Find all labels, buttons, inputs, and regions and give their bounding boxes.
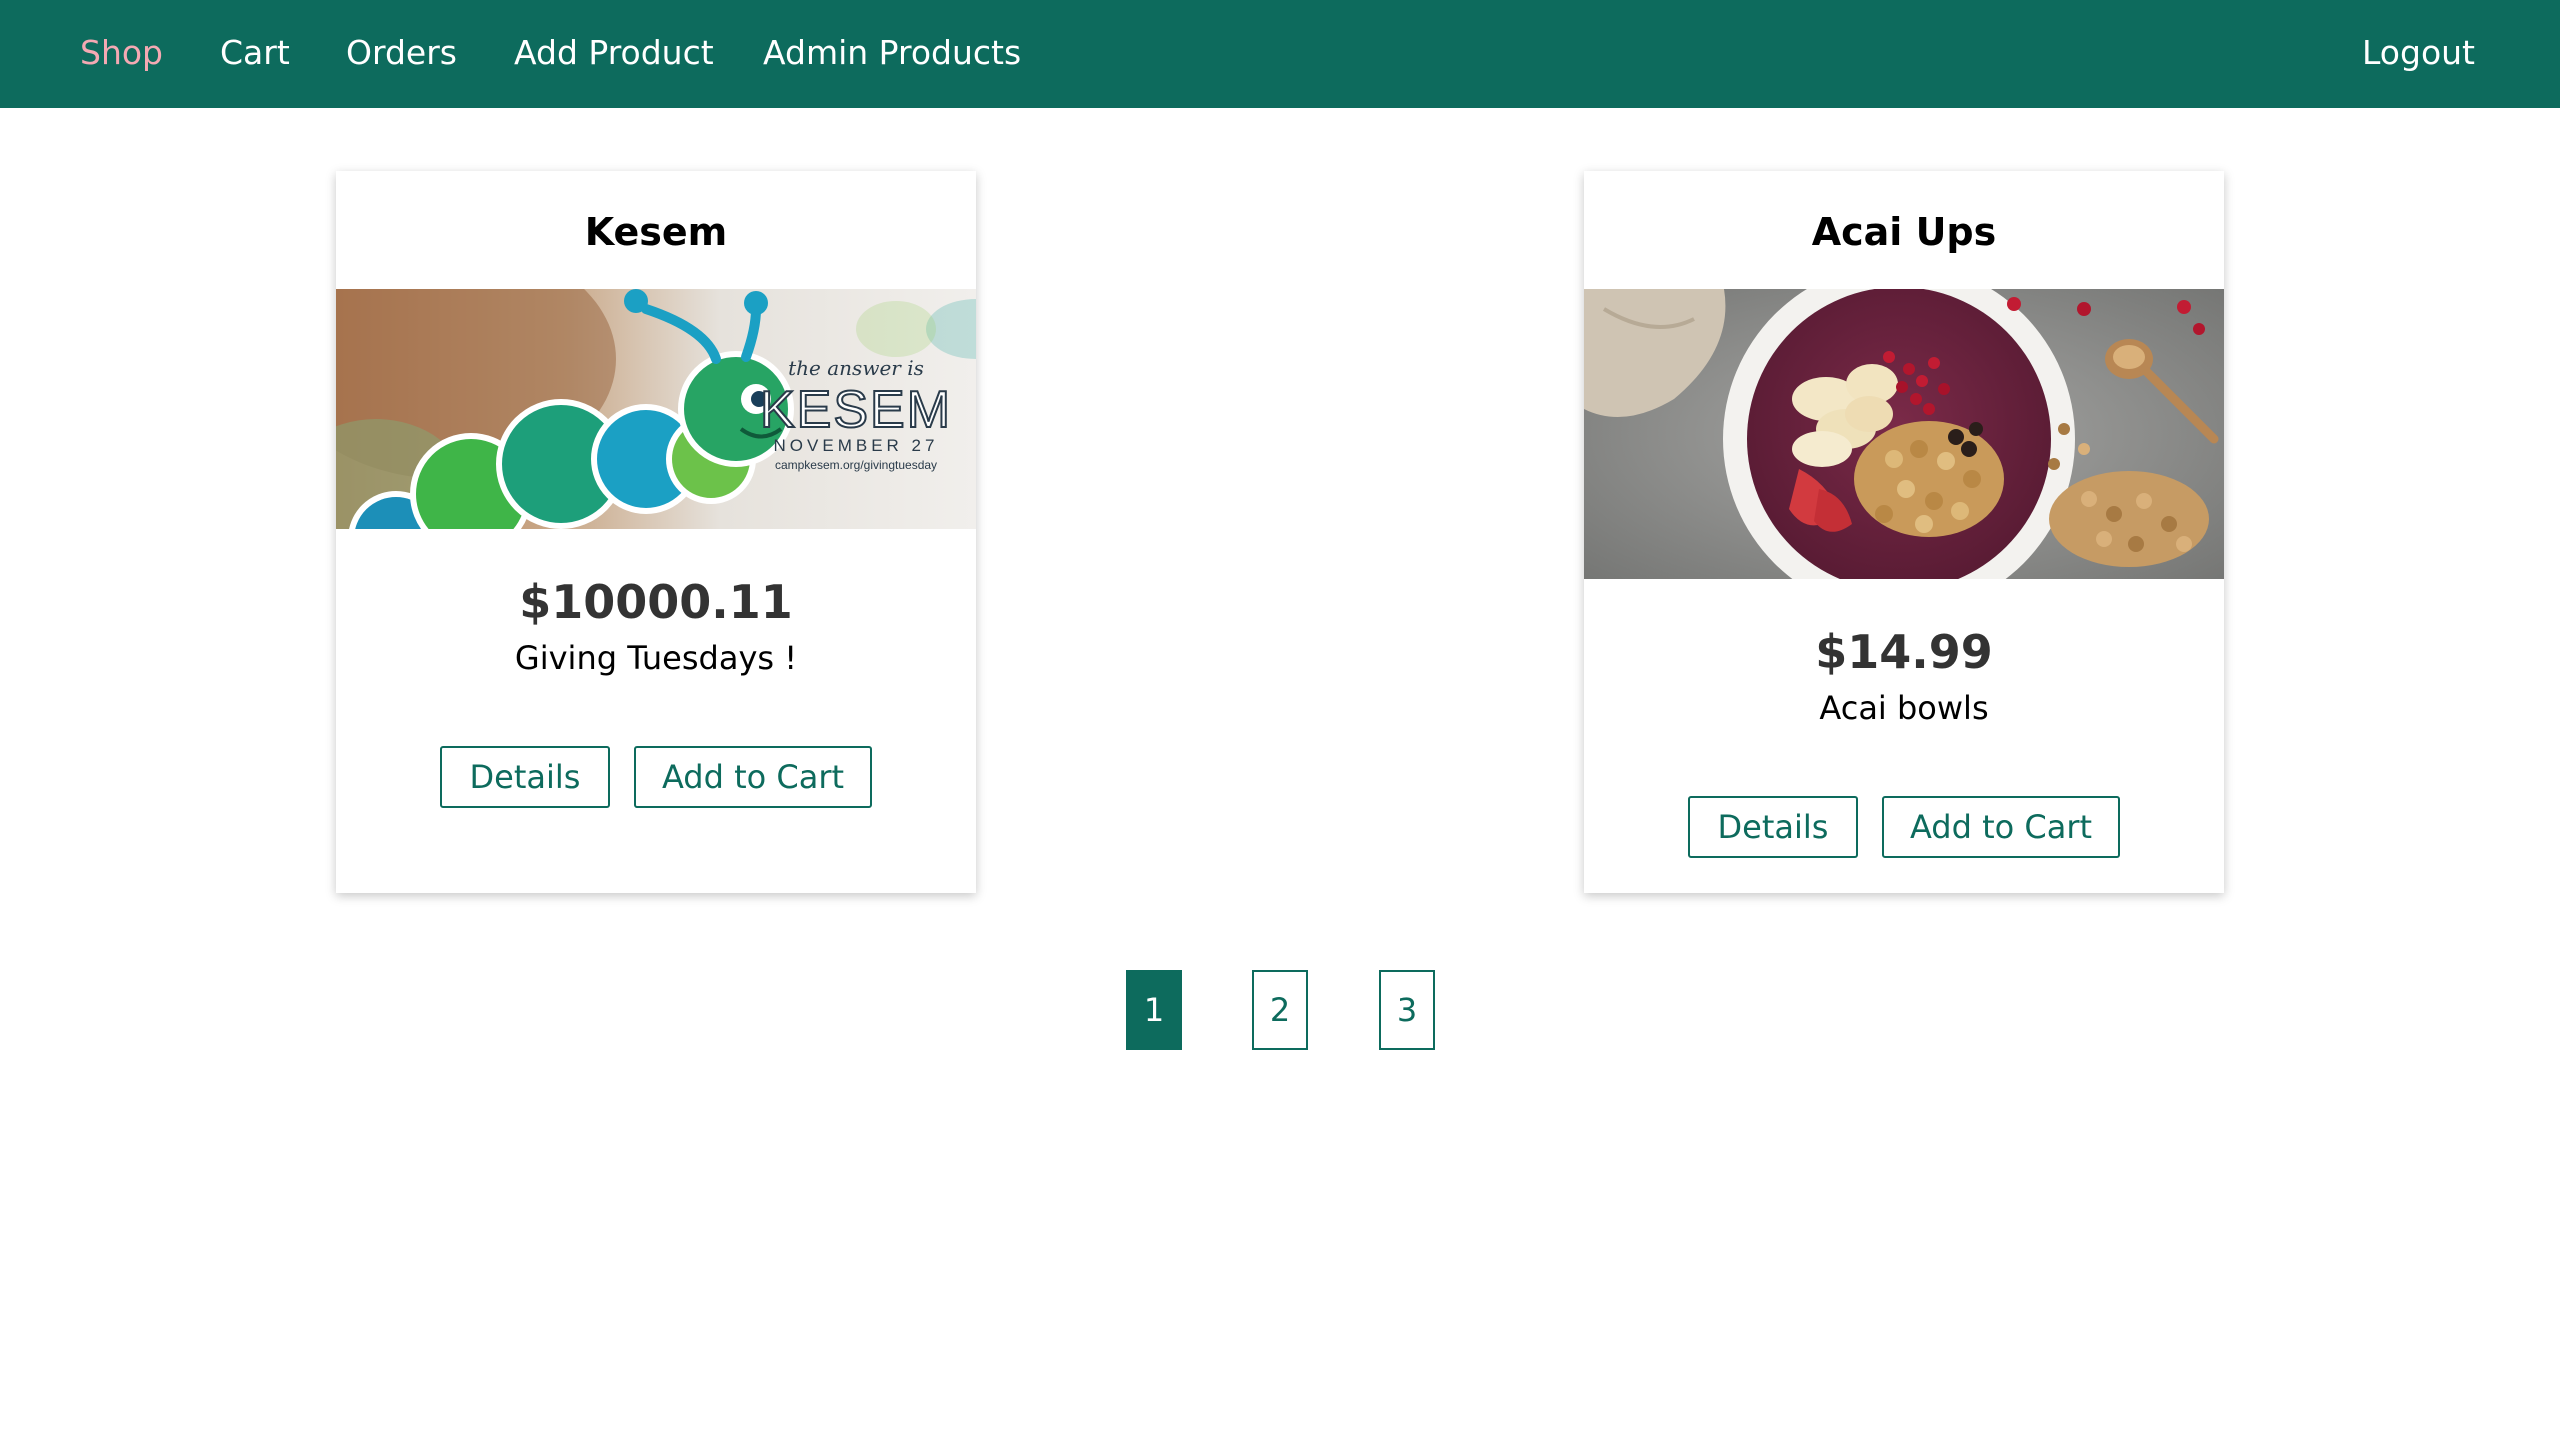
product-description: Giving Tuesdays !: [514, 639, 798, 677]
details-button[interactable]: Details: [440, 746, 610, 808]
product-price: $14.99: [1815, 625, 1993, 679]
page-button-3[interactable]: 3: [1379, 970, 1435, 1050]
add-to-cart-button[interactable]: Add to Cart: [1882, 796, 2120, 858]
nav-link-admin-products[interactable]: Admin Products: [763, 0, 1021, 108]
kesem-caterpillar-graphic: the answer is KESEM NOVEMBER 27 campkese…: [336, 289, 976, 529]
product-price: $10000.11: [519, 575, 793, 629]
kesem-logo-text: KESEM: [760, 381, 952, 439]
top-navbar: Shop Cart Orders Add Product Admin Produ…: [0, 0, 2560, 108]
product-image-kesem: the answer is KESEM NOVEMBER 27 campkese…: [336, 289, 976, 529]
nav-link-add-product[interactable]: Add Product: [514, 0, 714, 108]
kesem-date-text: NOVEMBER 27: [774, 436, 939, 455]
logout-link[interactable]: Logout: [2362, 0, 2475, 108]
nav-link-shop[interactable]: Shop: [80, 0, 163, 108]
product-card-acai-ups: Acai Ups $14.99 Acai bowls Details Add t…: [1584, 171, 2224, 893]
kesem-tagline-text: the answer is: [788, 356, 924, 380]
acai-bowl-photo: [1584, 289, 2224, 579]
page-button-2[interactable]: 2: [1252, 970, 1308, 1050]
product-title: Acai Ups: [1811, 210, 1997, 254]
product-image-acai-ups: [1584, 289, 2224, 579]
nav-link-orders[interactable]: Orders: [346, 0, 457, 108]
add-to-cart-button[interactable]: Add to Cart: [634, 746, 872, 808]
page-button-1[interactable]: 1: [1126, 970, 1182, 1050]
product-title: Kesem: [584, 210, 728, 254]
nav-link-cart[interactable]: Cart: [220, 0, 290, 108]
product-card-kesem: Kesem the answer is KESEM NOVEMBER 27 ca…: [336, 171, 976, 893]
kesem-url-text: campkesem.org/givingtuesday: [775, 458, 937, 472]
product-description: Acai bowls: [1819, 689, 1989, 727]
details-button[interactable]: Details: [1688, 796, 1858, 858]
